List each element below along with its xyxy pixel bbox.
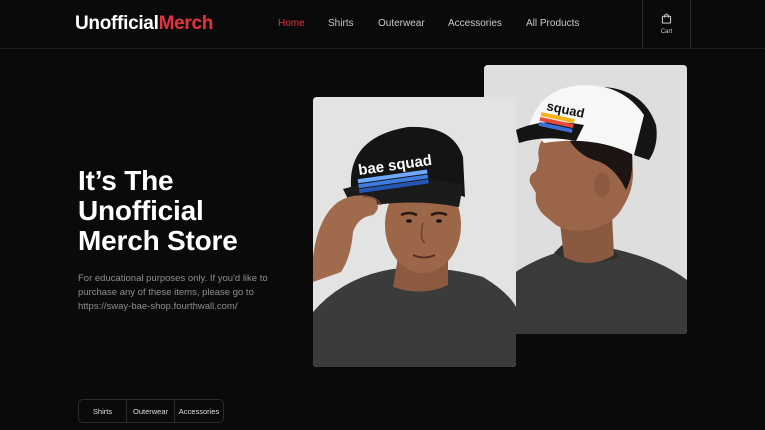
product-image-snapback-hat[interactable]: bae squad: [313, 97, 516, 367]
hero-description: For educational purposes only. If you'd …: [78, 273, 268, 312]
hero-title: It’s The Unofficial Merch Store: [78, 166, 298, 256]
shopping-bag-icon: [661, 13, 672, 24]
category-accessories-button[interactable]: Accessories: [175, 400, 223, 422]
category-outerwear-button[interactable]: Outerwear: [127, 400, 175, 422]
category-buttons: Shirts Outerwear Accessories: [78, 399, 224, 423]
nav-home[interactable]: Home: [278, 18, 305, 29]
hero-title-line-3: Merch Store: [78, 225, 238, 256]
nav-shirts[interactable]: Shirts: [328, 18, 354, 29]
hero-title-line-1: It’s The: [78, 165, 174, 196]
cart-button[interactable]: Cart: [642, 0, 691, 48]
nav-outerwear[interactable]: Outerwear: [378, 18, 425, 29]
cart-label: Cart: [660, 29, 673, 35]
snapback-hat-photo: bae squad: [313, 97, 516, 367]
hero-title-line-2: Unofficial: [78, 195, 204, 226]
site-header: UnofficialMerch Home Shirts Outerwear Ac…: [0, 0, 765, 49]
category-shirts-button[interactable]: Shirts: [79, 400, 127, 422]
nav-all-products[interactable]: All Products: [526, 18, 579, 29]
nav-accessories[interactable]: Accessories: [448, 18, 502, 29]
